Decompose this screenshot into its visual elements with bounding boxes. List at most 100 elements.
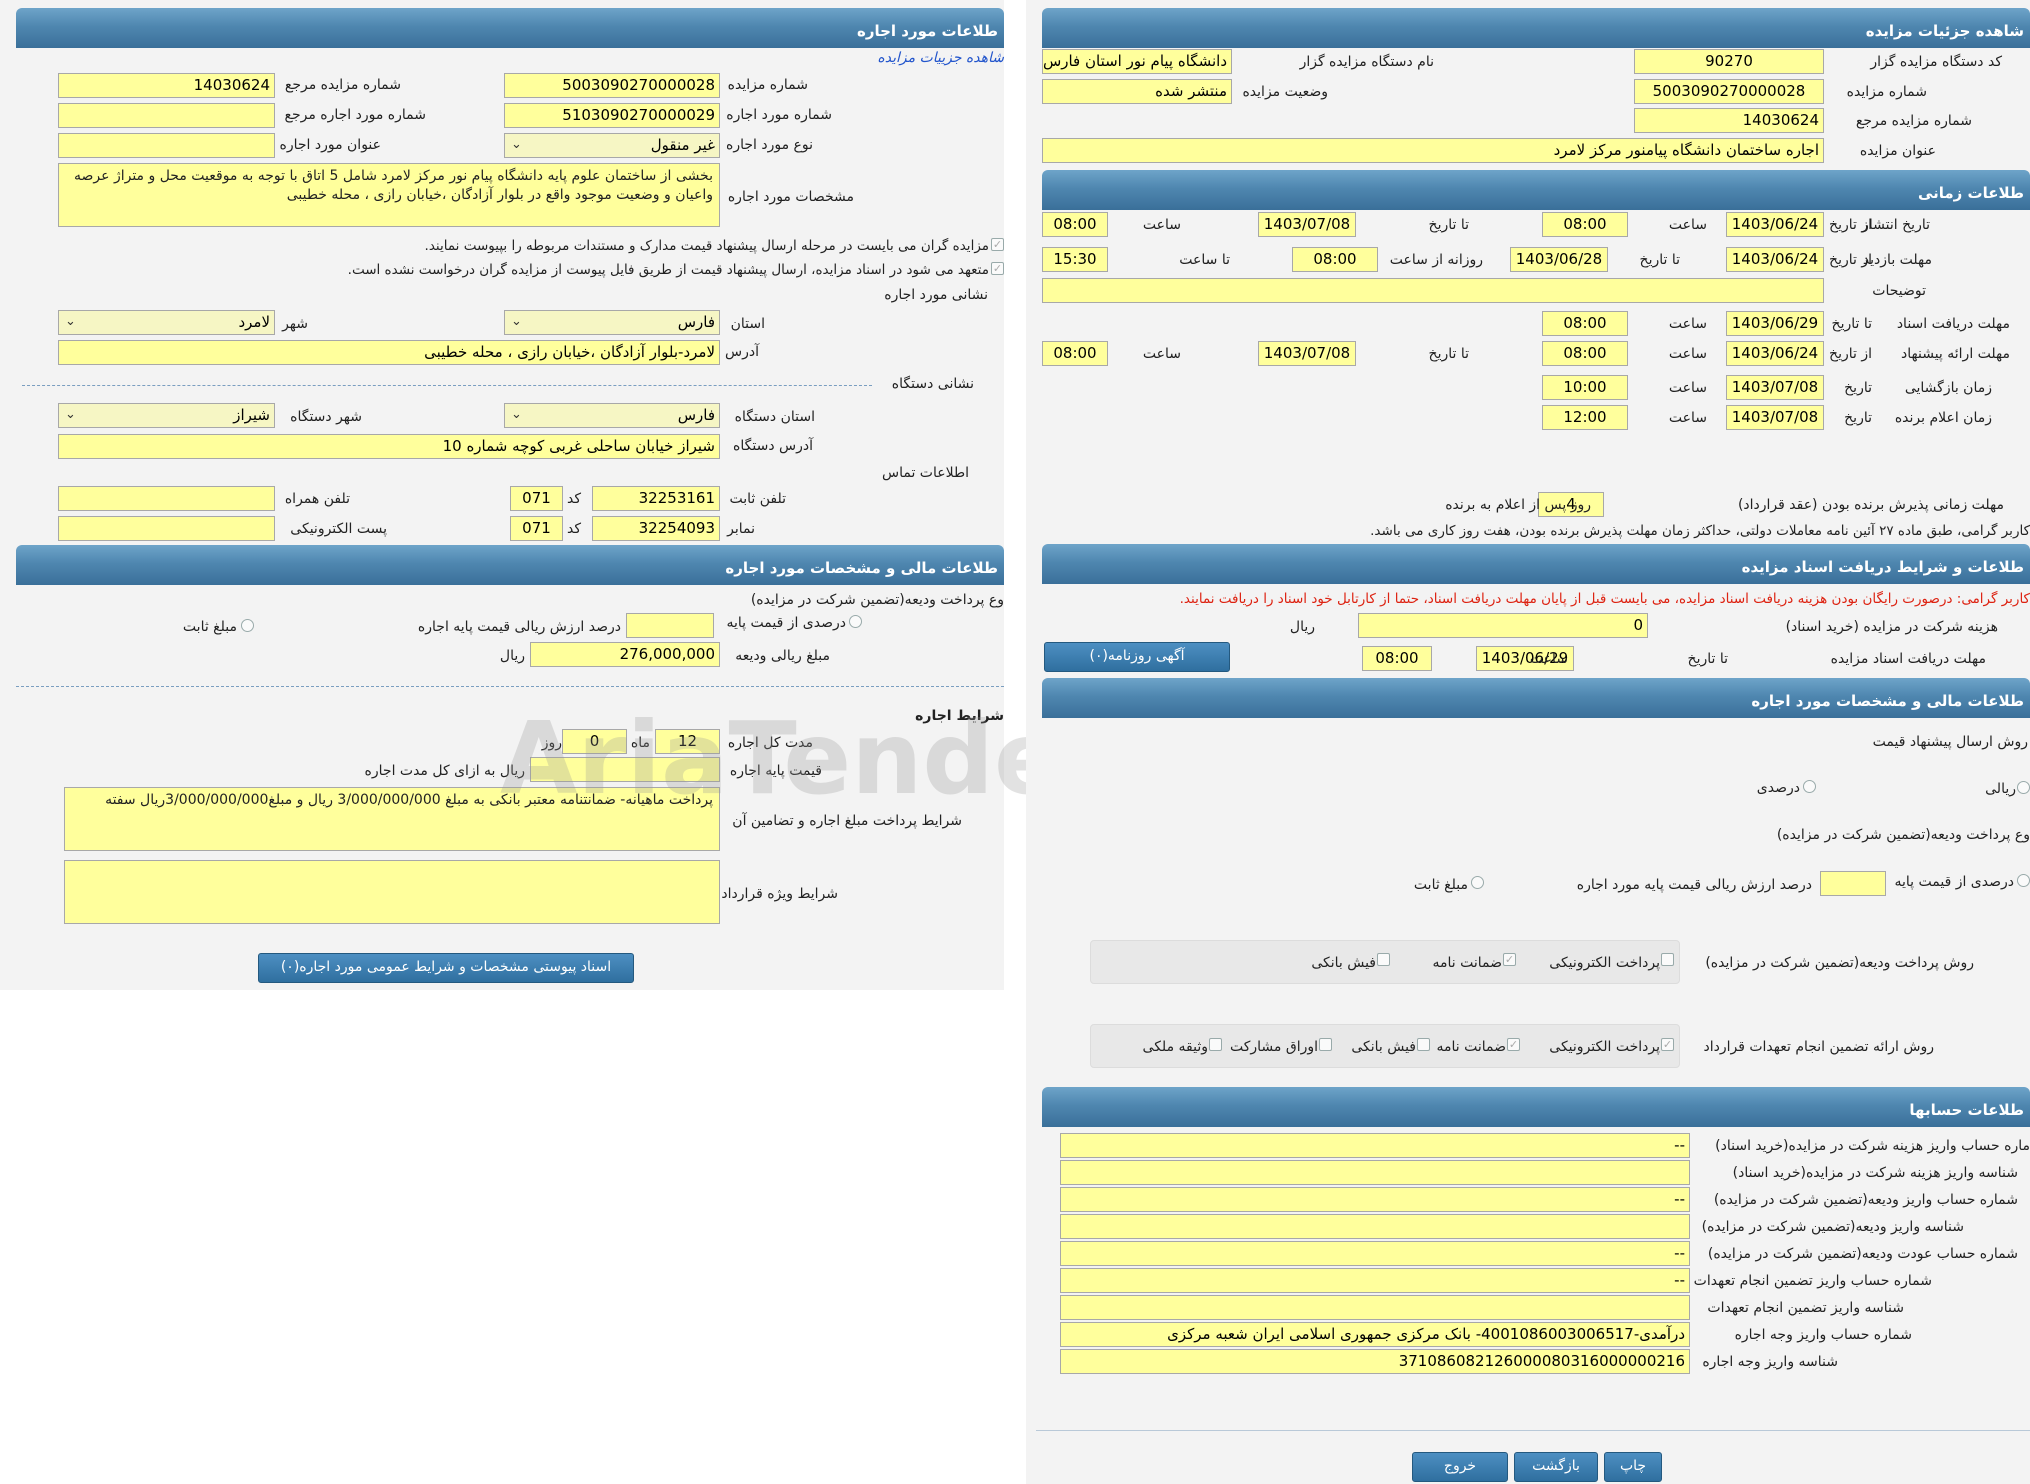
ref-auction-number-field: 14030624 [58, 73, 275, 98]
title-field: اجاره ساختمان دانشگاه پیامنور مرکز لامرد [1042, 138, 1824, 163]
percent-base-radio-icon[interactable] [2017, 874, 2030, 887]
publish-to-time-label: ساعت [1142, 217, 1181, 233]
device-province-select[interactable]: فارس ⌄ [504, 403, 720, 428]
lease-item-type-value: غیر منقول [650, 136, 715, 154]
city-select[interactable]: لامرد ⌄ [58, 310, 275, 335]
bank-receipt2-label: فیش بانکی [1351, 1039, 1416, 1055]
divider [1036, 1430, 2030, 1431]
lease-item-type-select[interactable]: غیر منقول ⌄ [504, 133, 720, 158]
percent-base-label: درصدی از قیمت پایه [726, 615, 846, 631]
winner-date-field: 1403/07/08 [1726, 405, 1824, 430]
device-province-value: فارس [677, 406, 715, 424]
docs-checkbox-icon: ✓ [991, 238, 1004, 251]
acc4-field [1060, 1214, 1690, 1239]
rial-option-radio-icon[interactable] [2017, 781, 2030, 794]
special-terms-area [64, 860, 720, 924]
acc6-field: -- [1060, 1268, 1690, 1293]
device-city-select[interactable]: شیراز ⌄ [58, 403, 275, 428]
fixed-amount-radio-icon[interactable] [241, 619, 254, 632]
ref-number-field: 14030624 [1634, 108, 1824, 133]
fax-code-field: 071 [510, 516, 563, 541]
accept-days-suffix: روز پس از اعلام به برنده [1445, 497, 1591, 513]
percent-option-label: درصدی [1756, 780, 1800, 796]
electronic2-label: پرداخت الکترونیکی [1549, 1039, 1660, 1055]
divider [22, 385, 872, 386]
device-province-label: استان دستگاه [734, 409, 815, 425]
visit-from-field: 1403/06/24 [1726, 247, 1824, 272]
chevron-down-icon: ⌄ [511, 407, 522, 422]
bank-receipt2-checkbox-icon[interactable] [1417, 1038, 1430, 1051]
acc2-field [1060, 1160, 1690, 1185]
percent-value-label: درصد ارزش ریالی قیمت پایه اجاره [417, 619, 621, 635]
back-button[interactable]: بازگشت [1514, 1452, 1598, 1482]
status-field: منتشر شده [1042, 79, 1232, 104]
newspaper-ad-button[interactable]: آگهی روزنامه(۰) [1044, 642, 1230, 672]
visit-daily-field: 08:00 [1292, 247, 1378, 272]
offer-to-time-field: 08:00 [1042, 341, 1108, 366]
participation-checkbox-icon[interactable] [1319, 1038, 1332, 1051]
doc-to-time-field: 08:00 [1542, 311, 1628, 336]
offer-deadline-label: مهلت ارائه پیشنهاد [1901, 346, 2010, 362]
device-city-value: شیراز [233, 406, 270, 424]
fixed-amount-radio-icon[interactable] [1471, 876, 1484, 889]
offer-to-time-label: ساعت [1142, 346, 1181, 362]
fax-field: 32254093 [592, 516, 720, 541]
print-button[interactable]: چاپ [1604, 1452, 1662, 1482]
visit-deadline-label: مهلت بازدید [1862, 252, 1932, 268]
details-header: شاهده جزئیات مزایده [1042, 8, 2030, 48]
acc5-label: شماره حساب عودت ودیعه(تضمین شرکت در مزای… [1707, 1246, 2018, 1262]
publish-from-time-label: ساعت [1668, 217, 1707, 233]
commit-note: متعهد می شود در اسناد مزایده، ارسال پیشن… [347, 262, 989, 278]
address-label: آدرس [725, 344, 759, 360]
acc7-label: شناسه واریز تضمین انجام تعهدات [1707, 1300, 1904, 1316]
province-select[interactable]: فارس ⌄ [504, 310, 720, 335]
guarantee2-checkbox-icon[interactable]: ✓ [1507, 1038, 1520, 1051]
attach-docs-button[interactable]: اسناد پیوستی مشخصات و شرایط عمومی مورد ا… [258, 953, 634, 983]
contact-section-label: اطلاعات تماس [882, 465, 969, 481]
publish-date-label: تاریخ انتشار [1862, 217, 1930, 233]
electronic-checkbox-icon[interactable] [1661, 953, 1674, 966]
fixed-amount-label: مبلغ ثابت [182, 619, 237, 635]
phone-code-label: کد [566, 491, 581, 507]
percent-value-field [1820, 871, 1886, 896]
org-name-field: دانشگاه پیام نور استان فارس [1042, 49, 1232, 74]
electronic-label: پرداخت الکترونیکی [1549, 955, 1660, 971]
electronic2-checkbox-icon[interactable]: ✓ [1661, 1038, 1674, 1051]
view-details-link[interactable]: شاهده جزییات مزایده [877, 50, 1004, 66]
left-panel: طلاعات مورد اجاره شاهده جزییات مزایده شم… [0, 0, 1004, 990]
bank-receipt-checkbox-icon[interactable] [1377, 953, 1390, 966]
auction-number-field: 5003090270000028 [504, 73, 720, 98]
description-field [1042, 278, 1824, 303]
mobile-label: تلفن همراه [284, 491, 350, 507]
opening-hour-label: ساعت [1668, 380, 1707, 396]
publish-from-field: 1403/06/24 [1726, 212, 1824, 237]
province-value: فارس [677, 313, 715, 331]
acc2-label: شناسه واریز هزینه شرکت در مزایده(خرید اس… [1732, 1165, 2018, 1181]
lease-item-title-label: عنوان مورد اجاره [279, 137, 381, 153]
percent-base-radio-icon[interactable] [849, 615, 862, 628]
fax-code-label: کد [566, 521, 581, 537]
right-panel: شاهده جزئیات مزایده کد دستگاه مزایده گزا… [1026, 0, 2030, 1484]
percent-option-radio-icon[interactable] [1803, 780, 1816, 793]
publish-from-time-field: 08:00 [1542, 212, 1628, 237]
publish-to-label: تا تاریخ [1428, 217, 1469, 233]
property-checkbox-icon[interactable] [1209, 1038, 1222, 1051]
org-code-label: کد دستگاه مزایده گزار [1870, 54, 2002, 70]
offer-method-label: روش ارسال پیشنهاد قیمت [1872, 734, 2028, 750]
accept-deadline-label: مهلت زمانی پذیرش برنده بودن (عقد قرارداد… [1737, 497, 2004, 513]
winner-hour-label: ساعت [1668, 410, 1707, 426]
lease-specs-label: مشخصات مورد اجاره [727, 189, 854, 205]
winner-time-field: 12:00 [1542, 405, 1628, 430]
auction-number-field: 5003090270000028 [1634, 79, 1824, 104]
lease-specs-area: بخشی از ساختمان علوم پایه دانشگاه پیام ن… [58, 163, 720, 227]
exit-button[interactable]: خروج [1412, 1452, 1508, 1482]
percent-base-label: درصدی از قیمت پایه [1894, 874, 2014, 890]
doc-to-field: 1403/06/29 [1726, 311, 1824, 336]
guarantee-checkbox-icon[interactable]: ✓ [1503, 953, 1516, 966]
deposit-amount-field: 276,000,000 [530, 642, 720, 667]
visit-to-time-field: 15:30 [1042, 247, 1108, 272]
acc5-field: -- [1060, 1241, 1690, 1266]
offer-from-label: از تاریخ [1829, 346, 1872, 362]
ref-lease-number-field [58, 103, 275, 128]
offer-from-time-label: ساعت [1668, 346, 1707, 362]
